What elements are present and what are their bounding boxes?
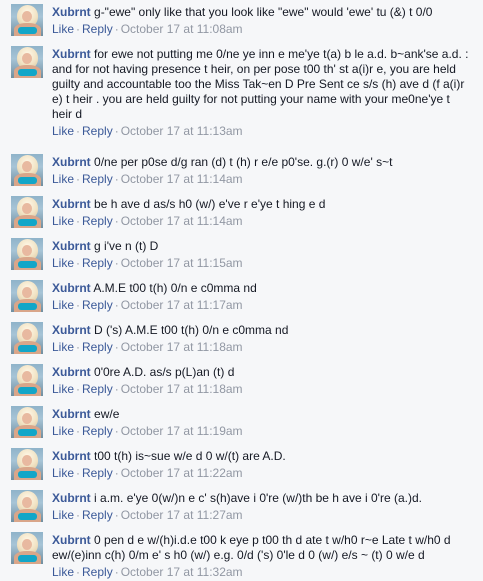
comment-text: g-"ewe" only like that you look like "ew… <box>94 5 433 19</box>
comment-timestamp[interactable]: October 17 at 11:19am <box>121 424 243 438</box>
comment-author[interactable]: Xubrnt <box>52 407 91 421</box>
avatar[interactable] <box>11 364 43 396</box>
comment-timestamp[interactable]: October 17 at 11:22am <box>121 466 243 480</box>
like-button[interactable]: Like <box>52 214 74 228</box>
reply-button[interactable]: Reply <box>82 124 113 138</box>
comment-text: 0'0re A.D. as/s p(L)an (t) d <box>94 365 235 379</box>
like-button[interactable]: Like <box>52 22 74 36</box>
comment-text: be h ave d as/s h0 (w/) e've r e'ye t hi… <box>94 197 326 211</box>
reply-button[interactable]: Reply <box>82 508 113 522</box>
separator: · <box>114 124 119 138</box>
reply-button[interactable]: Reply <box>82 172 113 186</box>
separator: · <box>76 298 81 312</box>
reply-button[interactable]: Reply <box>82 466 113 480</box>
separator: · <box>76 124 81 138</box>
separator: · <box>114 298 119 312</box>
separator: · <box>76 424 81 438</box>
separator: · <box>76 172 81 186</box>
avatar[interactable] <box>11 280 43 312</box>
reply-button[interactable]: Reply <box>82 565 113 579</box>
comment-author[interactable]: Xubrnt <box>52 197 91 211</box>
comment-text: 0/ne per p0se d/g ran (d) t (h) r e/e p0… <box>94 155 393 169</box>
separator: · <box>114 214 119 228</box>
comment-text: i a.m. e'ye 0(w/)n e c' s(h)ave i 0're (… <box>94 491 422 505</box>
avatar[interactable] <box>11 448 43 480</box>
like-button[interactable]: Like <box>52 565 74 579</box>
comment-timestamp[interactable]: October 17 at 11:17am <box>121 298 243 312</box>
avatar[interactable] <box>11 4 43 36</box>
avatar[interactable] <box>11 154 43 186</box>
separator: · <box>114 382 119 396</box>
reply-button[interactable]: Reply <box>82 22 113 36</box>
comment-timestamp[interactable]: October 17 at 11:14am <box>121 172 243 186</box>
like-button[interactable]: Like <box>52 466 74 480</box>
separator: · <box>76 466 81 480</box>
like-button[interactable]: Like <box>52 256 74 270</box>
separator: · <box>114 424 119 438</box>
separator: · <box>76 214 81 228</box>
separator: · <box>114 256 119 270</box>
comment-author[interactable]: Xubrnt <box>52 5 91 19</box>
comment-text: D ('s) A.M.E t00 t(h) 0/n e c0mma nd <box>94 323 289 337</box>
comment-text: A.M.E t00 t(h) 0/n e c0mma nd <box>93 281 257 295</box>
separator: · <box>76 22 81 36</box>
separator: · <box>76 565 81 579</box>
comment-timestamp[interactable]: October 17 at 11:27am <box>121 508 243 522</box>
separator: · <box>114 466 119 480</box>
comment-timestamp[interactable]: October 17 at 11:14am <box>121 214 243 228</box>
avatar[interactable] <box>11 532 43 564</box>
separator: · <box>76 508 81 522</box>
comment-text: ew/e <box>94 407 120 421</box>
like-button[interactable]: Like <box>52 298 74 312</box>
avatar[interactable] <box>11 238 43 270</box>
comment-author[interactable]: Xubrnt <box>52 47 91 61</box>
comment-text: 0 pen d e w/(h)i.d.e t00 k eye p t00 th … <box>52 533 451 562</box>
comment-author[interactable]: Xubrnt <box>52 281 91 295</box>
separator: · <box>114 565 119 579</box>
separator: · <box>76 256 81 270</box>
comment-timestamp[interactable]: October 17 at 11:18am <box>121 340 243 354</box>
like-button[interactable]: Like <box>52 508 74 522</box>
separator: · <box>114 22 119 36</box>
reply-button[interactable]: Reply <box>82 340 113 354</box>
comment-author[interactable]: Xubrnt <box>52 533 91 547</box>
separator: · <box>114 340 119 354</box>
like-button[interactable]: Like <box>52 424 74 438</box>
avatar[interactable] <box>11 406 43 438</box>
comment-author[interactable]: Xubrnt <box>52 323 91 337</box>
separator: · <box>76 382 81 396</box>
comment-author[interactable]: Xubrnt <box>52 155 91 169</box>
comment-timestamp[interactable]: October 17 at 11:13am <box>121 124 243 138</box>
separator: · <box>114 172 119 186</box>
avatar[interactable] <box>11 322 43 354</box>
comment-author[interactable]: Xubrnt <box>52 491 91 505</box>
avatar[interactable] <box>11 196 43 228</box>
comment-text: t00 t(h) is~sue w/e d 0 w/(t) are A.D. <box>94 449 286 463</box>
avatar[interactable] <box>11 490 43 522</box>
reply-button[interactable]: Reply <box>82 214 113 228</box>
reply-button[interactable]: Reply <box>82 298 113 312</box>
like-button[interactable]: Like <box>52 382 74 396</box>
comment-timestamp[interactable]: October 17 at 11:18am <box>121 382 243 396</box>
comment-timestamp[interactable]: October 17 at 11:08am <box>121 22 243 36</box>
comment-text: for ewe not putting me 0/ne ye inn e me'… <box>52 47 469 121</box>
like-button[interactable]: Like <box>52 124 74 138</box>
comment-list: Xubrnt g-"ewe" only like that you look l… <box>0 0 483 581</box>
comment-author[interactable]: Xubrnt <box>52 239 91 253</box>
reply-button[interactable]: Reply <box>82 424 113 438</box>
comment-author[interactable]: Xubrnt <box>52 449 91 463</box>
comment-text: g i've n (t) D <box>94 239 159 253</box>
separator: · <box>76 340 81 354</box>
reply-button[interactable]: Reply <box>82 256 113 270</box>
avatar[interactable] <box>11 46 43 78</box>
comment-timestamp[interactable]: October 17 at 11:32am <box>121 565 243 579</box>
comment-author[interactable]: Xubrnt <box>52 365 91 379</box>
like-button[interactable]: Like <box>52 172 74 186</box>
like-button[interactable]: Like <box>52 340 74 354</box>
comment-timestamp[interactable]: October 17 at 11:15am <box>121 256 243 270</box>
separator: · <box>114 508 119 522</box>
reply-button[interactable]: Reply <box>82 382 113 396</box>
